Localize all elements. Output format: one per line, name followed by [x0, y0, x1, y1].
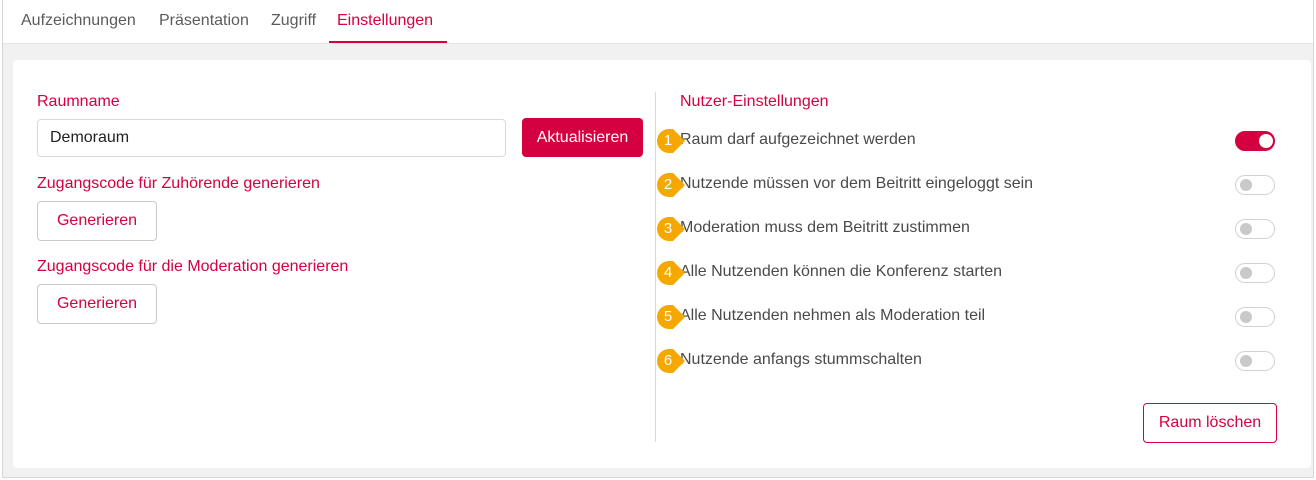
delete-room-button[interactable]: Raum löschen — [1143, 403, 1277, 443]
moderator-code-label: Zugangscode für die Moderation generiere… — [37, 258, 349, 275]
user-setting-toggle[interactable] — [1235, 351, 1275, 371]
listener-code-label: Zugangscode für Zuhörende generieren — [37, 175, 320, 192]
user-settings-title: Nutzer-Einstellungen — [680, 93, 829, 110]
step-badge: 5 — [654, 302, 688, 332]
user-setting-row: Moderation muss dem Beitritt zustimmen — [680, 217, 1280, 241]
step-badge: 6 — [654, 346, 688, 376]
user-setting-toggle[interactable] — [1235, 131, 1275, 151]
user-setting-toggle[interactable] — [1235, 219, 1275, 239]
user-setting-label: Moderation muss dem Beitritt zustimmen — [680, 219, 970, 236]
settings-card: Raumname Aktualisieren Zugangscode für Z… — [13, 60, 1311, 468]
step-badge-number: 2 — [663, 176, 673, 193]
user-setting-label: Alle Nutzenden nehmen als Moderation tei… — [680, 307, 986, 324]
toggle-knob — [1240, 179, 1252, 191]
tab-recordings[interactable]: Aufzeichnungen — [21, 12, 136, 30]
toggle-knob — [1240, 311, 1252, 323]
toggle-knob — [1240, 355, 1252, 367]
user-setting-row: Alle Nutzenden nehmen als Moderation tei… — [680, 305, 1280, 329]
user-setting-label: Nutzende müssen vor dem Beitritt eingelo… — [680, 175, 1034, 192]
user-setting-toggle[interactable] — [1235, 263, 1275, 283]
step-badge-number: 1 — [663, 132, 673, 149]
room-name-label: Raumname — [37, 93, 120, 110]
toggle-knob — [1240, 267, 1252, 279]
step-badge-number: 3 — [663, 220, 673, 237]
room-name-input[interactable] — [37, 119, 506, 157]
update-button[interactable]: Aktualisieren — [522, 118, 643, 157]
toggle-knob — [1240, 223, 1252, 235]
tab-presentation[interactable]: Präsentation — [159, 12, 249, 30]
user-setting-toggle[interactable] — [1235, 175, 1275, 195]
toggle-knob — [1259, 134, 1273, 148]
settings-panel: Aufzeichnungen Präsentation Zugriff Eins… — [2, 0, 1314, 478]
user-setting-row: Nutzende müssen vor dem Beitritt eingelo… — [680, 173, 1280, 197]
step-badge-number: 6 — [663, 352, 673, 369]
step-badge: 2 — [654, 170, 688, 200]
tab-settings[interactable]: Einstellungen — [337, 12, 433, 30]
step-badge-number: 4 — [663, 264, 673, 281]
step-badge: 3 — [654, 214, 688, 244]
user-setting-row: Alle Nutzenden können die Konferenz star… — [680, 261, 1280, 285]
tab-bar: Aufzeichnungen Präsentation Zugriff Eins… — [3, 0, 1313, 44]
generate-listener-code-button[interactable]: Generieren — [37, 201, 157, 241]
user-setting-label: Nutzende anfangs stummschalten — [680, 351, 922, 368]
user-setting-row: Raum darf aufgezeichnet werden — [680, 129, 1280, 153]
step-badge: 1 — [654, 126, 688, 156]
user-setting-toggle[interactable] — [1235, 307, 1275, 327]
user-setting-label: Raum darf aufgezeichnet werden — [680, 131, 916, 148]
user-setting-label: Alle Nutzenden können die Konferenz star… — [680, 263, 1002, 280]
active-tab-indicator — [329, 41, 447, 43]
step-badge: 4 — [654, 258, 688, 288]
tab-access[interactable]: Zugriff — [271, 12, 316, 30]
user-setting-row: Nutzende anfangs stummschalten — [680, 349, 1280, 373]
generate-moderator-code-button[interactable]: Generieren — [37, 284, 157, 324]
step-badge-number: 5 — [663, 308, 673, 325]
